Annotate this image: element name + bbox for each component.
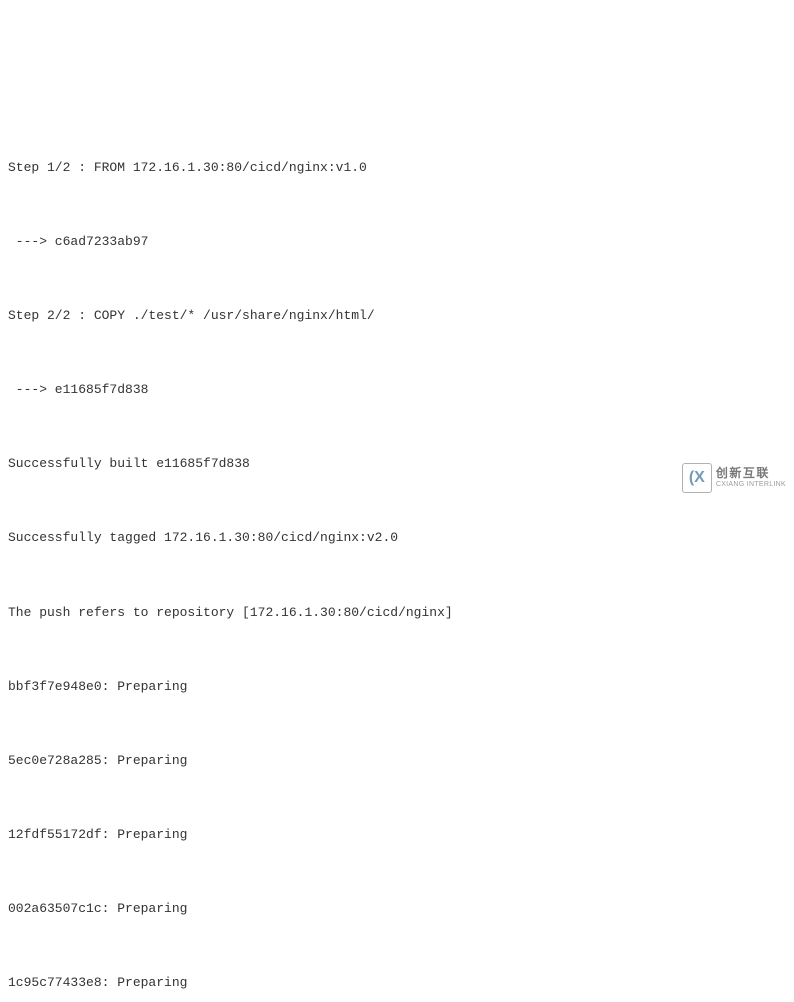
log-line: 1c95c77433e8: Preparing xyxy=(8,971,786,996)
watermark-logo-icon: (X xyxy=(682,463,712,493)
log-line: Step 2/2 : COPY ./test/* /usr/share/ngin… xyxy=(8,304,786,329)
log-line: ---> c6ad7233ab97 xyxy=(8,230,786,255)
log-line: Successfully tagged 172.16.1.30:80/cicd/… xyxy=(8,526,786,551)
log-line: 5ec0e728a285: Preparing xyxy=(8,749,786,774)
watermark-en: CXIANG INTERLINK xyxy=(716,481,786,489)
log-line: 002a63507c1c: Preparing xyxy=(8,897,786,922)
log-line: Step 1/2 : FROM 172.16.1.30:80/cicd/ngin… xyxy=(8,156,786,181)
log-line: The push refers to repository [172.16.1.… xyxy=(8,601,786,626)
console-output: Step 1/2 : FROM 172.16.1.30:80/cicd/ngin… xyxy=(8,107,786,1002)
log-line: bbf3f7e948e0: Preparing xyxy=(8,675,786,700)
log-line: Successfully built e11685f7d838 xyxy=(8,452,786,477)
log-line: ---> e11685f7d838 xyxy=(8,378,786,403)
watermark: (X 创新互联 CXIANG INTERLINK xyxy=(682,463,786,493)
log-line: 12fdf55172df: Preparing xyxy=(8,823,786,848)
watermark-text: 创新互联 CXIANG INTERLINK xyxy=(716,467,786,489)
watermark-cn: 创新互联 xyxy=(716,467,786,481)
